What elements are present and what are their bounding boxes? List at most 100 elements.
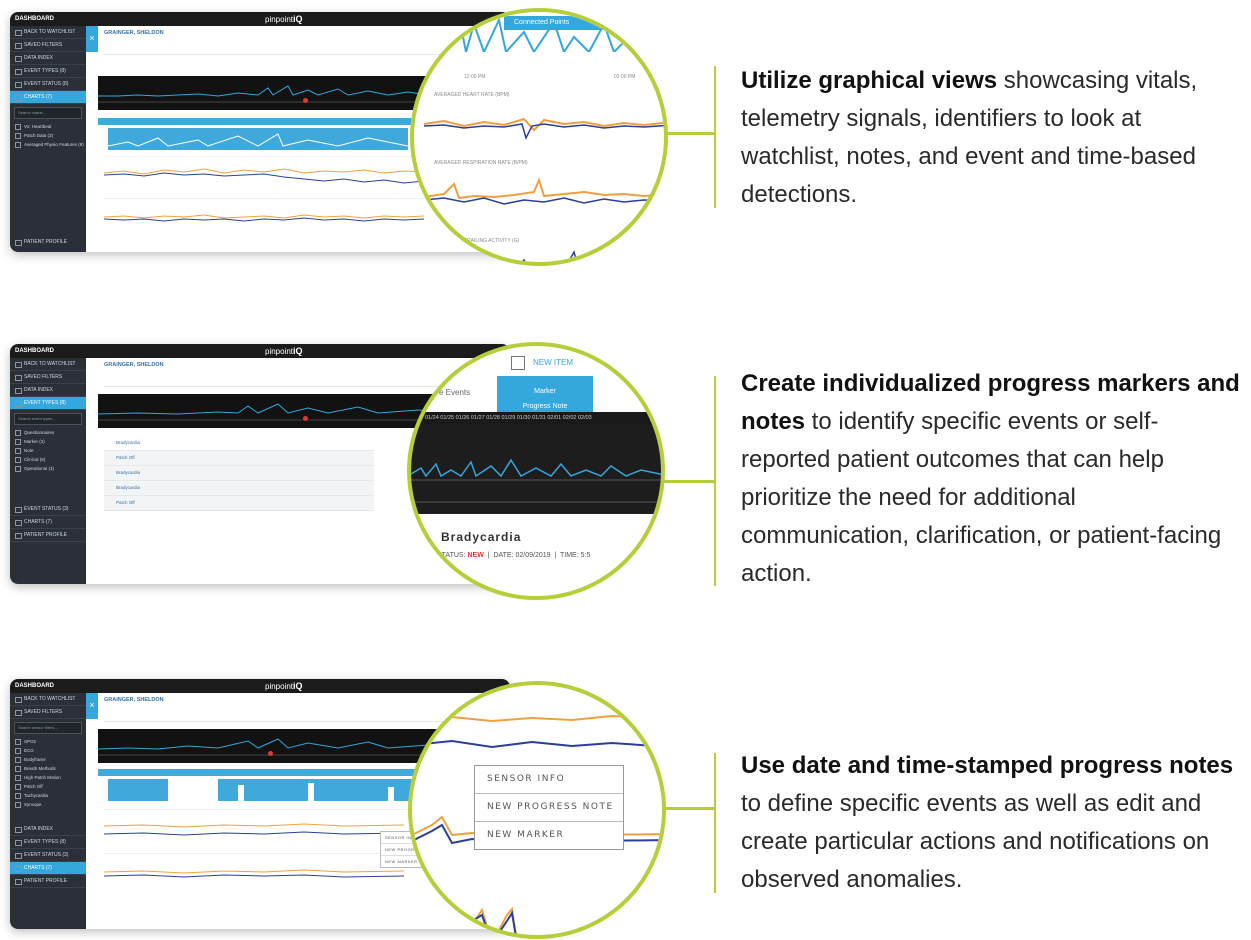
filter-checkbox[interactable]: Breath Methods xyxy=(10,764,86,773)
dashboard-label[interactable]: DASHBOARD xyxy=(15,683,54,689)
search-input[interactable]: Search sensor filters... xyxy=(14,722,82,734)
search-input[interactable]: Search charts... xyxy=(14,107,82,119)
divider-line xyxy=(714,66,716,208)
brand-logo: pinpointiQ xyxy=(265,346,303,356)
sidebar-item-event-types[interactable]: EVENT TYPES (8) xyxy=(10,65,86,78)
menu-item-sensor-info[interactable]: SENSOR INFO xyxy=(475,766,623,794)
patient-name: GRAINGER, SHELDON xyxy=(104,30,164,36)
filter-checkbox[interactable]: Marker (3) xyxy=(10,437,86,446)
new-item-button[interactable]: NEW ITEM xyxy=(533,358,573,367)
zoom-callout: SENSOR INFO NEW PROGRESS NOTE NEW MARKER xyxy=(408,681,666,939)
zoom-activity-chart xyxy=(485,250,578,262)
sidebar-item-back[interactable]: BACK TO WATCHLIST xyxy=(10,26,86,39)
zoom-header: Connected Points xyxy=(504,16,664,30)
filter-checkbox[interactable]: Averaged Physio Features (8) xyxy=(10,140,86,149)
table-row[interactable]: Bradycardia xyxy=(104,466,374,481)
table-row[interactable]: Patch Off xyxy=(104,451,374,466)
filter-checkbox[interactable]: Tachycardia xyxy=(10,791,86,800)
description-heading: ION xyxy=(471,586,484,593)
brand-logo: pinpointiQ xyxy=(265,14,303,24)
sidebar-item-saved-filters[interactable]: SAVED FILTERS xyxy=(10,39,86,52)
close-icon[interactable]: × xyxy=(86,26,98,52)
divider-line xyxy=(714,753,716,893)
zoom-callout: Connected Points 12:00 PM 02:00 PM AVERA… xyxy=(410,8,668,266)
caption-progress-markers: Create individualized progress markers a… xyxy=(741,370,1240,587)
sidebar-item-patient-profile[interactable]: PATIENT PROFILE xyxy=(10,529,86,542)
sidebar-item-event-status[interactable]: EVENT STATUS (3) xyxy=(10,503,86,516)
sidebar: BACK TO WATCHLIST SAVED FILTERS DATA IND… xyxy=(10,26,86,252)
caption-graphical-views: Utilize graphical views showcasing vital… xyxy=(741,67,1198,208)
connector-line xyxy=(665,132,715,135)
filter-checkbox[interactable]: Bodyframe xyxy=(10,755,86,764)
sidebar-item-data-index[interactable]: DATA INDEX xyxy=(10,384,86,397)
search-input[interactable]: Search event types... xyxy=(14,413,82,425)
table-row[interactable]: Patch Off xyxy=(104,496,374,511)
table-row[interactable]: Bradycardia xyxy=(104,481,374,496)
menu-item-progress-note[interactable]: Progress Note xyxy=(497,403,593,410)
sidebar-item-saved-filters[interactable]: SAVED FILTERS xyxy=(10,706,86,719)
event-marker[interactable] xyxy=(268,751,273,756)
menu-item-new-marker[interactable]: NEW MARKER xyxy=(475,822,623,849)
filter-checkbox[interactable]: SPO2 xyxy=(10,737,86,746)
filter-checkbox[interactable]: Patch Data (3) xyxy=(10,131,86,140)
feature-panel-progress-notes: DASHBOARD pinpointiQ BACK TO WATCHLIST S… xyxy=(0,655,1251,940)
menu-item-marker[interactable]: Marker xyxy=(497,388,593,395)
sidebar-item-charts[interactable]: CHARTS (7) xyxy=(10,91,86,104)
filter-checkbox[interactable]: High Patch Motion xyxy=(10,773,86,782)
zoom-telemetry-signal xyxy=(411,458,661,503)
event-marker[interactable] xyxy=(303,98,308,103)
divider-line xyxy=(714,376,716,586)
sidebar-item-charts[interactable]: CHARTS (7) xyxy=(10,862,86,875)
new-item-icon[interactable] xyxy=(511,356,525,370)
sidebar-item-data-index[interactable]: DATA INDEX xyxy=(10,823,86,836)
feature-panel-progress-markers: DASHBOARD pinpointiQ BACK TO WATCHLIST S… xyxy=(0,330,1251,620)
sidebar: BACK TO WATCHLIST SAVED FILTERS DATA IND… xyxy=(10,358,86,584)
zoom-telemetry[interactable] xyxy=(411,424,661,514)
feature-panel-graphical-views: DASHBOARD pinpointiQ BACK TO WATCHLIST S… xyxy=(0,0,1251,290)
sidebar-item-back[interactable]: BACK TO WATCHLIST xyxy=(10,693,86,706)
zoom-callout: NEW ITEM e Events Marker Progress Note 0… xyxy=(407,342,665,600)
filter-checkbox[interactable]: ECG xyxy=(10,746,86,755)
event-table: Bradycardia Patch Off Bradycardia Bradyc… xyxy=(104,436,374,511)
sidebar-item-event-types[interactable]: EVENT TYPES (8) xyxy=(10,397,86,410)
caption-progress-notes: Use date and time-stamped progress notes… xyxy=(741,752,1234,893)
zoom-heart-rate-chart xyxy=(423,117,664,141)
sidebar-item-patient-profile[interactable]: PATIENT PROFILE xyxy=(10,875,86,888)
tab-events[interactable]: e Events xyxy=(439,388,470,397)
event-marker[interactable] xyxy=(303,416,308,421)
close-icon[interactable]: × xyxy=(86,693,98,719)
context-menu: SENSOR INFO NEW PROGRESS NOTE NEW MARKER xyxy=(474,765,624,850)
filter-checkbox[interactable]: Clinical (8) xyxy=(10,455,86,464)
table-row[interactable]: Bradycardia xyxy=(104,436,374,451)
sidebar-item-event-status[interactable]: EVENT STATUS (3) xyxy=(10,849,86,862)
filter-checkbox[interactable]: Vs: Heartbeat xyxy=(10,122,86,131)
filter-checkbox[interactable]: Operational (3) xyxy=(10,464,86,473)
activity-chart xyxy=(108,779,428,801)
patient-name: GRAINGER, SHELDON xyxy=(104,362,164,368)
chart-title: AVERAGED HEART RATE (BPM) xyxy=(434,92,510,98)
menu-item-new-progress-note[interactable]: NEW PROGRESS NOTE xyxy=(475,794,623,822)
event-meta: STATUS: NEW | DATE: 02/09/2019 | TIME: 5… xyxy=(437,552,591,559)
filter-checkbox[interactable]: Syncope xyxy=(10,800,86,809)
sidebar-item-charts[interactable]: CHARTS (7) xyxy=(10,516,86,529)
connector-line xyxy=(661,807,716,810)
chart-title: TRAILING ACTIVITY (G) xyxy=(464,238,520,244)
dashboard-label[interactable]: DASHBOARD xyxy=(15,16,54,22)
status-badge: NEW xyxy=(467,552,484,559)
patient-name: GRAINGER, SHELDON xyxy=(104,697,164,703)
dashboard-label[interactable]: DASHBOARD xyxy=(15,348,54,354)
event-title: Bradycardia xyxy=(441,530,522,544)
connector-line xyxy=(656,480,716,483)
filter-checkbox[interactable]: Questionnaires xyxy=(10,428,86,437)
filter-checkbox[interactable]: Note xyxy=(10,446,86,455)
sidebar-item-event-types[interactable]: EVENT TYPES (8) xyxy=(10,836,86,849)
time-label: 02:00 PM xyxy=(614,74,636,80)
sidebar-item-back[interactable]: BACK TO WATCHLIST xyxy=(10,358,86,371)
sidebar-item-event-status[interactable]: EVENT STATUS (8) xyxy=(10,78,86,91)
chart-title: AVERAGED RESPIRATION RATE (B/PM) xyxy=(434,160,528,166)
sidebar-item-saved-filters[interactable]: SAVED FILTERS xyxy=(10,371,86,384)
sidebar: BACK TO WATCHLIST SAVED FILTERS Search s… xyxy=(10,693,86,929)
sidebar-item-patient-profile[interactable]: PATIENT PROFILE xyxy=(10,236,86,248)
sidebar-item-data-index[interactable]: DATA INDEX xyxy=(10,52,86,65)
filter-checkbox[interactable]: Patch Off xyxy=(10,782,86,791)
